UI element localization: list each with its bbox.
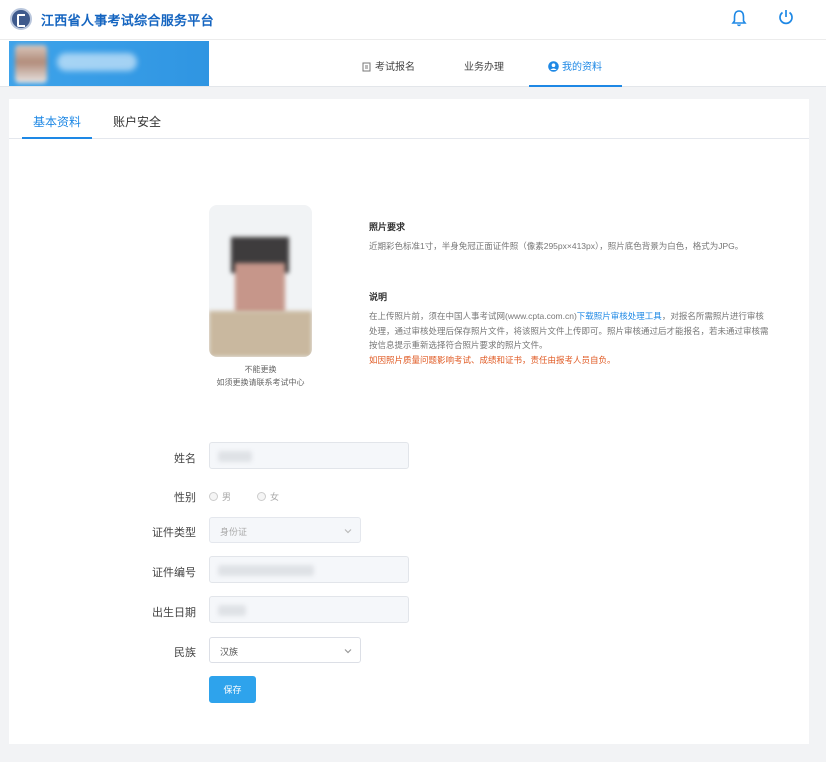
user-name-redacted xyxy=(57,53,137,71)
photo-warning: 如因照片质量问题影响考试、成绩和证书，责任由报考人员自负。 xyxy=(369,355,616,365)
nav-item-label: 考试报名 xyxy=(375,62,415,73)
site-logo xyxy=(10,8,32,30)
photo-requirements-text: 近期彩色标准1寸，半身免冠正面证件照（像素295px×413px），照片底色背景… xyxy=(369,241,744,251)
user-icon xyxy=(548,61,559,72)
top-header: 江西省人事考试综合服务平台 xyxy=(0,0,826,40)
nav-active-underline xyxy=(529,85,622,87)
ethnicity-label: 民族 xyxy=(174,647,196,659)
id-number-label: 证件编号 xyxy=(152,567,196,579)
profile-panel: 基本资料 账户安全 不能更换 如须更换请联系考试中心 照片要求 近期彩色标准1寸… xyxy=(9,99,809,744)
photo-note: 不能更换 xyxy=(244,365,277,374)
nav-item-label: 业务办理 xyxy=(464,62,504,73)
site-title: 江西省人事考试综合服务平台 xyxy=(41,13,214,28)
gender-radio-group: 男 女 xyxy=(209,490,329,502)
birth-date-value-redacted xyxy=(218,605,246,616)
nav-item-exam-registration[interactable]: 考试报名 xyxy=(362,58,415,73)
birth-date-field xyxy=(209,596,409,623)
id-type-label: 证件类型 xyxy=(152,527,196,539)
gender-radio-male[interactable]: 男 xyxy=(209,490,231,503)
id-photo xyxy=(209,205,312,357)
download-tool-link[interactable]: 下载照片审核处理工具 xyxy=(577,311,662,321)
photo-requirements-title: 照片要求 xyxy=(369,222,406,232)
nav-item-my-profile[interactable]: 我的资料 xyxy=(548,58,602,73)
user-profile-block[interactable] xyxy=(9,41,209,86)
nav-item-business[interactable]: 业务办理 xyxy=(464,58,504,73)
birth-date-label: 出生日期 xyxy=(152,607,196,619)
edit-doc-icon xyxy=(362,62,371,72)
save-button[interactable]: 保存 xyxy=(209,676,256,703)
avatar xyxy=(15,45,47,83)
bell-icon[interactable] xyxy=(731,9,747,27)
tab-bar: 基本资料 账户安全 xyxy=(9,99,809,139)
chevron-down-icon xyxy=(344,649,352,654)
explanation-title: 说明 xyxy=(369,292,388,302)
tab-basic-info[interactable]: 基本资料 xyxy=(33,113,81,130)
name-value-redacted xyxy=(218,451,252,462)
ethnicity-select[interactable]: 汉族 xyxy=(209,637,361,663)
name-label: 姓名 xyxy=(174,453,196,465)
tab-account-security[interactable]: 账户安全 xyxy=(113,113,161,130)
gender-label: 性别 xyxy=(174,492,196,504)
gender-radio-female[interactable]: 女 xyxy=(257,490,279,503)
nav-band: 考试报名 业务办理 我的资料 xyxy=(0,40,826,87)
tab-active-underline xyxy=(22,137,92,139)
nav-item-label: 我的资料 xyxy=(562,62,602,73)
power-icon[interactable] xyxy=(777,8,795,26)
explanation-text: 在上传照片前，须在中国人事考试网(www.cpta.com.cn)下载照片审核处… xyxy=(369,311,769,350)
chevron-down-icon xyxy=(344,529,352,534)
name-field xyxy=(209,442,409,469)
id-number-value-redacted xyxy=(218,565,314,576)
id-number-field xyxy=(209,556,409,583)
id-type-select[interactable]: 身份证 xyxy=(209,517,361,543)
photo-contact-note: 如须更换请联系考试中心 xyxy=(216,378,305,387)
